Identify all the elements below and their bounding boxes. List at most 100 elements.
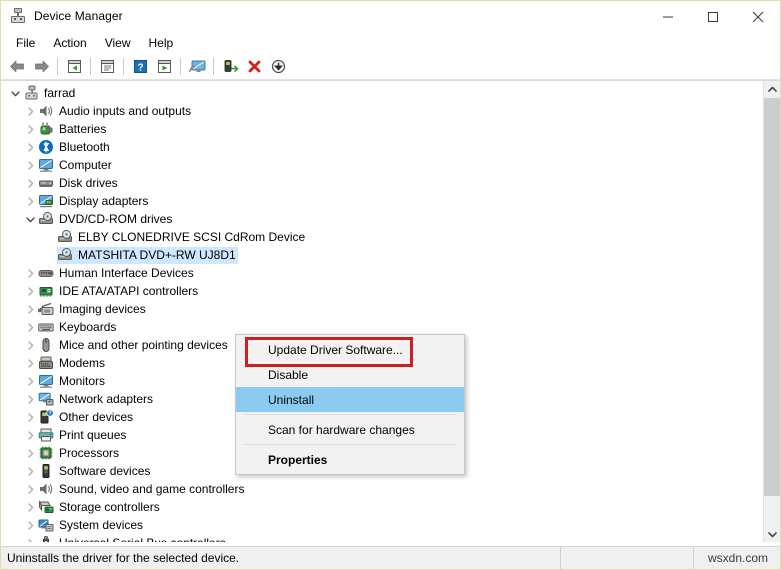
tree-item[interactable]: Display adapters [1, 192, 757, 210]
tree-item-content[interactable]: Display adapters [38, 193, 150, 210]
back-arrow-icon[interactable] [5, 56, 29, 78]
tree-item-content[interactable]: Audio inputs and outputs [38, 103, 193, 120]
help-question-icon[interactable]: ? [128, 56, 152, 78]
menu-view[interactable]: View [96, 34, 140, 52]
tree-item[interactable]: ELBY CLONEDRIVE SCSI CdRom Device [1, 228, 757, 246]
chevron-right-icon[interactable] [22, 534, 38, 542]
minimize-button[interactable] [645, 1, 690, 32]
tree-item-content[interactable]: Universal Serial Bus controllers [38, 535, 228, 542]
tree-item-content[interactable]: Mice and other pointing devices [38, 337, 230, 354]
chevron-right-icon[interactable] [22, 138, 38, 156]
chevron-right-icon[interactable] [22, 102, 38, 120]
tree-item-content[interactable]: Processors [38, 445, 121, 462]
chevron-right-icon[interactable] [22, 354, 38, 372]
tree-item-content[interactable]: Software devices [38, 463, 152, 480]
context-menu-item[interactable]: Update Driver Software... [236, 337, 464, 362]
tree-item-content[interactable]: Disk drives [38, 175, 120, 192]
tree-item-content[interactable]: ? Other devices [38, 409, 135, 426]
chevron-right-icon[interactable] [22, 282, 38, 300]
tree-item-content[interactable]: Modems [38, 355, 107, 372]
play-window-icon[interactable] [152, 56, 176, 78]
toolbar-separator [123, 58, 124, 75]
tree-item-content[interactable]: MATSHITA DVD+-RW UJ8D1 [57, 246, 238, 264]
chevron-right-icon[interactable] [22, 444, 38, 462]
chevron-right-icon[interactable] [22, 156, 38, 174]
chevron-right-icon[interactable] [22, 264, 38, 282]
tree-item[interactable]: IDE ATA/ATAPI controllers [1, 282, 757, 300]
scroll-up-icon[interactable] [764, 81, 780, 98]
properties-window-icon[interactable] [95, 56, 119, 78]
tree-item-content[interactable]: farrad [23, 85, 77, 102]
tree-item[interactable]: Storage controllers [1, 498, 757, 516]
tree-item[interactable]: Human Interface Devices [1, 264, 757, 282]
chevron-right-icon[interactable] [22, 516, 38, 534]
tree-item-content[interactable]: System devices [38, 517, 145, 534]
mouse-icon [38, 337, 54, 353]
tree-item[interactable]: Computer [1, 156, 757, 174]
scrollbar-thumb[interactable] [764, 98, 780, 496]
tree-item-content[interactable]: Keyboards [38, 319, 118, 336]
tree-item[interactable]: Audio inputs and outputs [1, 102, 757, 120]
chevron-down-icon[interactable] [22, 210, 38, 228]
down-arrow-circle-icon[interactable] [266, 56, 290, 78]
chevron-right-icon[interactable] [22, 336, 38, 354]
context-menu-item[interactable]: Properties [236, 447, 464, 472]
chevron-right-icon[interactable] [22, 462, 38, 480]
system-device-icon [38, 517, 54, 533]
tree-item-content[interactable]: Storage controllers [38, 499, 162, 516]
tree-item-content[interactable]: Sound, video and game controllers [38, 481, 246, 498]
context-menu-item[interactable]: Uninstall [236, 387, 464, 412]
tree-item-content[interactable]: Bluetooth [38, 139, 112, 156]
tree-item-content[interactable]: ELBY CLONEDRIVE SCSI CdRom Device [57, 229, 307, 246]
chevron-right-icon[interactable] [22, 390, 38, 408]
chevron-right-icon[interactable] [22, 120, 38, 138]
menu-file[interactable]: File [7, 34, 44, 52]
menu-action[interactable]: Action [44, 34, 95, 52]
menu-help[interactable]: Help [140, 34, 183, 52]
context-menu-item[interactable]: Disable [236, 362, 464, 387]
up-level-icon[interactable] [62, 56, 86, 78]
chevron-right-icon[interactable] [22, 498, 38, 516]
tree-item-content[interactable]: IDE ATA/ATAPI controllers [38, 283, 200, 300]
tree-item[interactable]: Bluetooth [1, 138, 757, 156]
vertical-scrollbar[interactable] [763, 81, 780, 542]
chevron-right-icon[interactable] [22, 480, 38, 498]
tree-item-content[interactable]: Monitors [38, 373, 107, 390]
chevron-right-icon[interactable] [22, 372, 38, 390]
scan-monitor-icon[interactable] [185, 56, 209, 78]
forward-arrow-icon[interactable] [29, 56, 53, 78]
tree-item[interactable]: farrad [1, 84, 757, 102]
context-menu-item[interactable]: Scan for hardware changes [236, 417, 464, 442]
tree-item[interactable]: System devices [1, 516, 757, 534]
tree-item-label: Batteries [59, 122, 107, 136]
tree-item[interactable]: Batteries [1, 120, 757, 138]
tree-item-content[interactable]: Human Interface Devices [38, 265, 196, 282]
close-button[interactable] [735, 1, 780, 32]
tree-item[interactable]: Sound, video and game controllers [1, 480, 757, 498]
chevron-down-icon[interactable] [7, 84, 23, 102]
chevron-right-icon[interactable] [22, 426, 38, 444]
chevron-right-icon[interactable] [22, 408, 38, 426]
context-menu[interactable]: Update Driver Software... Disable Uninstal… [235, 334, 465, 475]
chevron-right-icon[interactable] [22, 300, 38, 318]
tree-item-content[interactable]: Imaging devices [37, 301, 148, 318]
tree-item-content[interactable]: Print queues [38, 427, 128, 444]
update-driver-icon[interactable] [218, 56, 242, 78]
chevron-right-icon[interactable] [22, 174, 38, 192]
tree-item[interactable]: MATSHITA DVD+-RW UJ8D1 [1, 246, 757, 264]
tree-item-content[interactable]: DVD/CD-ROM drives [38, 211, 174, 228]
tree-item-content[interactable]: Network adapters [38, 391, 155, 408]
red-x-icon[interactable] [242, 56, 266, 78]
tree-item[interactable]: Universal Serial Bus controllers [1, 534, 757, 542]
chevron-right-icon[interactable] [22, 192, 38, 210]
tree-item[interactable]: Imaging devices [1, 300, 757, 318]
keyboard-icon [38, 319, 54, 335]
tree-item-content[interactable]: Batteries [38, 121, 108, 138]
tree-item[interactable]: DVD/CD-ROM drives [1, 210, 757, 228]
tree-item-label: Sound, video and game controllers [59, 482, 245, 496]
scroll-down-icon[interactable] [764, 526, 780, 542]
tree-item[interactable]: Disk drives [1, 174, 757, 192]
chevron-right-icon[interactable] [22, 318, 38, 336]
maximize-button[interactable] [690, 1, 735, 32]
tree-item-content[interactable]: Computer [38, 157, 114, 174]
